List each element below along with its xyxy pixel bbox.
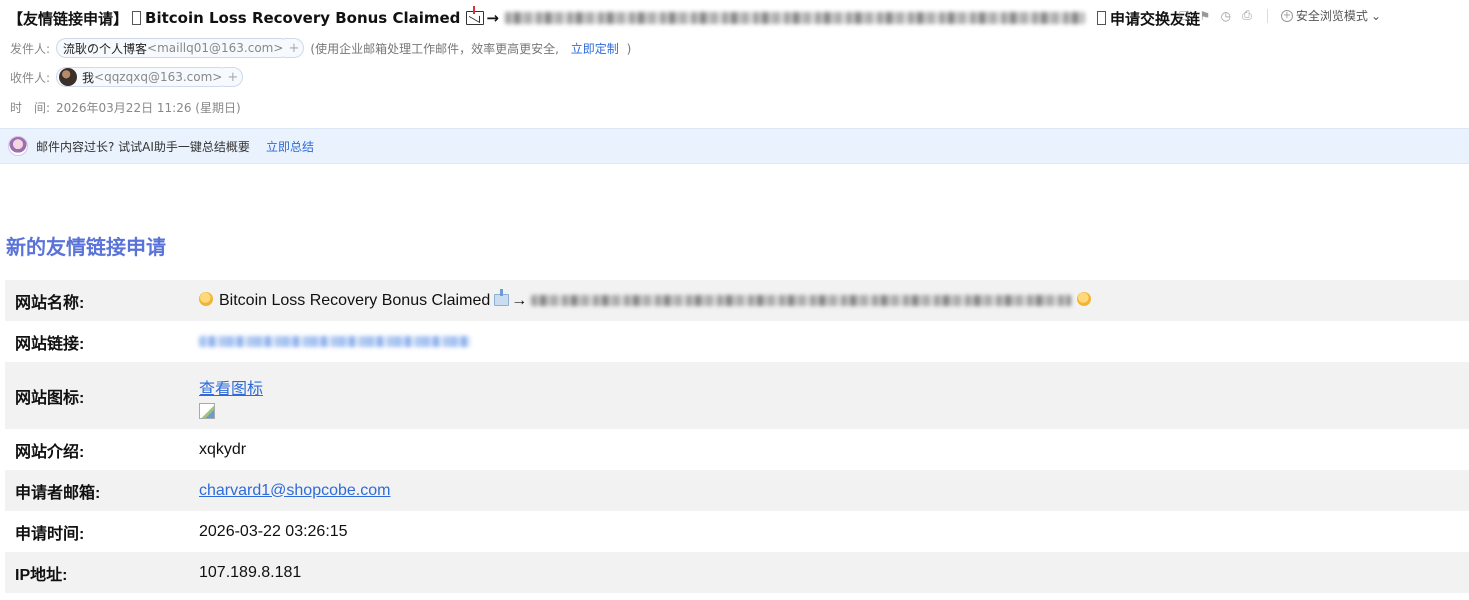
clock-icon[interactable]: ◷ xyxy=(1219,9,1233,23)
redacted-subject xyxy=(505,12,1085,24)
redacted-site-link[interactable] xyxy=(199,335,471,347)
safe-mode-icon: + xyxy=(1280,9,1293,22)
subject-prefix: 【友情链接申请】 xyxy=(8,9,129,28)
recipient-address: <qqzqxq@163.com> xyxy=(94,70,223,84)
customize-link[interactable]: 立即定制 xyxy=(571,42,619,56)
sender-address: <maillq01@163.com> xyxy=(147,41,284,55)
sender-name: 流耿の个人博客 xyxy=(63,41,148,56)
table-row: 网站图标: 查看图标 xyxy=(5,362,1469,429)
applicant-email-cell: charvard1@shopcobe.com xyxy=(189,470,1469,511)
table-row: 申请时间: 2026-03-22 03:26:15 xyxy=(5,511,1469,552)
table-row: IP地址: 107.189.8.181 xyxy=(5,552,1469,593)
table-row: 网站介绍: xqkydr xyxy=(5,429,1469,470)
applicant-email-link[interactable]: charvard1@shopcobe.com xyxy=(199,482,390,499)
site-intro-label: 网站介绍: xyxy=(15,443,85,461)
recipient-name: 我 xyxy=(82,70,95,85)
ai-assistant-icon xyxy=(8,136,28,156)
subject-text: Bitcoin Loss Recovery Bonus Claimed xyxy=(145,9,461,27)
site-link-value xyxy=(189,321,1469,362)
add-contact-button[interactable]: + xyxy=(284,38,305,58)
avatar xyxy=(59,68,77,86)
enterprise-hint-text: (使用企业邮箱处理工作邮件，效率更高更安全, xyxy=(310,41,559,56)
recipient-chip[interactable]: 我 <qqzqxq@163.com> xyxy=(56,67,230,87)
applicant-email-label: 申请者邮箱: xyxy=(5,470,189,511)
summarize-link[interactable]: 立即总结 xyxy=(266,138,314,155)
page-title: 新的友情链接申请 xyxy=(6,235,166,259)
sender-chip[interactable]: 流耿の个人博客 <maillq01@163.com> xyxy=(56,38,291,58)
apply-time-label: 申请时间: xyxy=(15,525,85,543)
broken-image-icon xyxy=(199,402,215,419)
site-intro-value: xqkydr xyxy=(199,440,247,458)
email-subject: 【友情链接申请】 Bitcoin Loss Recovery Bonus Cla… xyxy=(8,6,1200,29)
flag-icon[interactable]: ⚑ xyxy=(1198,9,1212,23)
enterprise-hint-end: ) xyxy=(626,41,632,56)
site-name-label: 网站名称: xyxy=(5,280,189,321)
apply-time-value: 2026-03-22 03:26:15 xyxy=(199,522,348,540)
application-table: 网站名称: Bitcoin Loss Recovery Bonus Claime… xyxy=(5,280,1469,593)
from-row: 发件人: 流耿の个人博客 <maillq01@163.com> + (使用企业邮… xyxy=(10,38,631,58)
time-row: 时 间: 2026年03月22日 11:26 (星期日) xyxy=(10,99,241,116)
subject-arrow: → xyxy=(486,9,499,27)
ai-summary-bar: 邮件内容过长? 试试AI助手一键总结概要 立即总结 xyxy=(0,128,1469,164)
redacted-site-name xyxy=(531,294,1072,306)
enterprise-hint: (使用企业邮箱处理工作邮件，效率更高更安全, 立即定制 ) xyxy=(310,40,631,57)
bookmark-icon[interactable]: ☐ xyxy=(1177,9,1191,23)
sent-time: 2026年03月22日 11:26 (星期日) xyxy=(56,101,241,115)
envelope-icon xyxy=(494,288,510,306)
view-icon-link[interactable]: 查看图标 xyxy=(199,375,263,399)
site-name-arrow: → xyxy=(511,291,528,309)
email-toolbar: ☐ ⚑ ◷ ⎙ + 安全浏览模式 ⌄ xyxy=(1177,7,1381,24)
from-label: 发件人: xyxy=(10,41,51,56)
safe-mode-toggle[interactable]: + 安全浏览模式 ⌄ xyxy=(1280,7,1381,24)
site-name-value: Bitcoin Loss Recovery Bonus Claimed → xyxy=(189,280,1469,321)
missing-glyph-icon xyxy=(132,11,142,25)
ai-summary-text: 邮件内容过长? 试试AI助手一键总结概要 xyxy=(36,139,250,154)
site-link-label: 网站链接: xyxy=(15,335,85,353)
table-row: 申请者邮箱: charvard1@shopcobe.com xyxy=(5,470,1469,511)
to-label: 收件人: xyxy=(10,70,51,85)
table-row: 网站链接: xyxy=(5,321,1469,362)
emoji-icon xyxy=(1077,291,1092,306)
site-name-text: Bitcoin Loss Recovery Bonus Claimed xyxy=(219,291,491,309)
ip-label: IP地址: xyxy=(5,552,189,593)
to-row: 收件人: 我 <qqzqxq@163.com> + xyxy=(10,67,244,87)
toolbar-divider xyxy=(1266,8,1268,23)
site-icon-label: 网站图标: xyxy=(5,362,189,429)
print-icon[interactable]: ⎙ xyxy=(1240,8,1254,23)
add-contact-button[interactable]: + xyxy=(223,67,244,87)
site-icon-value: 查看图标 xyxy=(189,362,1469,429)
time-label: 时 间: xyxy=(10,101,51,115)
envelope-icon xyxy=(466,6,485,25)
table-row: 网站名称: Bitcoin Loss Recovery Bonus Claime… xyxy=(5,280,1469,321)
missing-glyph-icon xyxy=(1097,11,1106,25)
emoji-icon xyxy=(199,291,213,306)
safe-mode-label: 安全浏览模式 xyxy=(1295,9,1368,23)
ip-value: 107.189.8.181 xyxy=(189,552,1469,593)
chevron-down-icon: ⌄ xyxy=(1370,8,1381,23)
